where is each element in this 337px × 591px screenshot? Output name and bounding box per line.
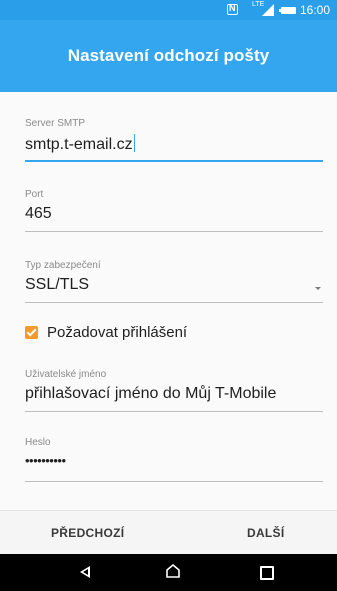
- action-bar: PŘEDCHOZÍ DALŠÍ: [0, 510, 337, 554]
- require-login-label[interactable]: Požadovat přihlášení: [47, 324, 187, 341]
- previous-button[interactable]: PŘEDCHOZÍ: [51, 511, 124, 555]
- page-title: Nastavení odchozí pošty: [67, 46, 270, 65]
- port-label: Port: [25, 189, 44, 200]
- security-underline: [25, 302, 323, 303]
- require-login-row[interactable]: Požadovat přihlášení: [25, 324, 187, 341]
- battery-icon: [279, 7, 296, 14]
- password-underline: [25, 481, 323, 482]
- username-field[interactable]: Uživatelské jméno přihlašovací jméno do …: [25, 369, 323, 412]
- security-select[interactable]: SSL/TLS: [25, 276, 323, 294]
- navigation-bar: [0, 554, 337, 591]
- port-underline: [25, 231, 323, 232]
- security-label: Typ zabezpečení: [25, 260, 101, 271]
- text-cursor: [133, 134, 136, 152]
- app-header: Nastavení odchozí pošty: [0, 20, 337, 92]
- port-input[interactable]: 465: [25, 205, 323, 223]
- back-icon[interactable]: [80, 566, 90, 578]
- password-field[interactable]: Heslo ••••••••••: [25, 437, 323, 482]
- port-field[interactable]: Port 465: [25, 189, 323, 232]
- signal-icon: [262, 4, 274, 16]
- server-value: smtp.t-email.cz: [25, 136, 133, 153]
- server-label: Server SMTP: [25, 118, 86, 129]
- username-input[interactable]: přihlašovací jméno do Můj T-Mobile: [25, 385, 323, 403]
- nfc-icon: [227, 3, 238, 15]
- password-input[interactable]: ••••••••••: [25, 453, 323, 468]
- status-time: 16:00: [300, 3, 331, 17]
- dropdown-arrow-icon[interactable]: [315, 287, 321, 290]
- username-underline: [25, 411, 323, 412]
- form-content: Server SMTP smtp.t-email.cz Port 465 Typ…: [0, 92, 337, 510]
- username-label: Uživatelské jméno: [25, 369, 107, 380]
- security-field[interactable]: Typ zabezpečení SSL/TLS: [25, 260, 323, 303]
- server-underline: [25, 160, 323, 162]
- recent-apps-icon[interactable]: [260, 566, 274, 580]
- password-label: Heslo: [25, 437, 51, 448]
- status-bar: LTE 16:00: [0, 0, 337, 20]
- server-input[interactable]: smtp.t-email.cz: [25, 134, 323, 154]
- home-icon[interactable]: [166, 564, 180, 578]
- next-button[interactable]: DALŠÍ: [247, 511, 285, 555]
- require-login-checkbox[interactable]: [25, 326, 38, 339]
- server-field[interactable]: Server SMTP smtp.t-email.cz: [25, 118, 323, 162]
